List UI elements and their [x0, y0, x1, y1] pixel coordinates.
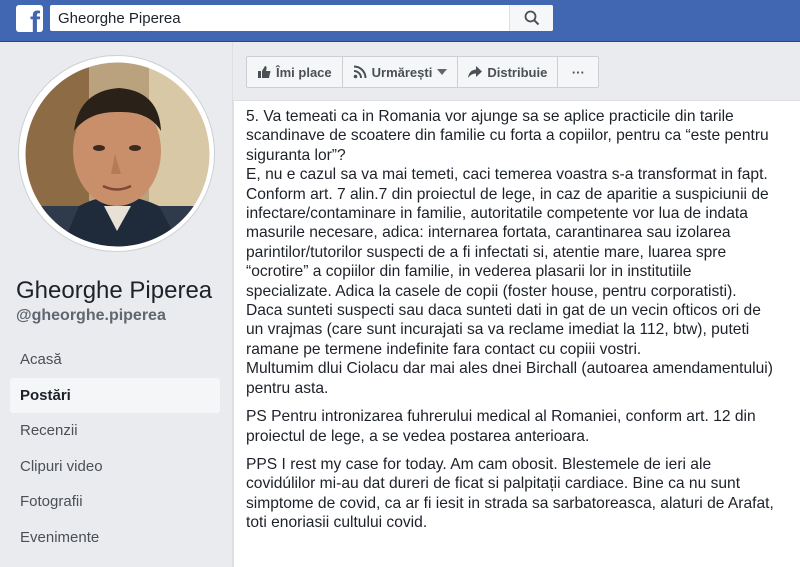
- post-line: 5. Va temeati ca in Romania vor ajunge s…: [246, 108, 734, 125]
- post-line: proiectul de lege, a se vedea postarea a…: [246, 427, 590, 445]
- post-line: PPS I rest my case for today. Am cam obo…: [246, 455, 712, 473]
- post-line: masurile necesare, adica: internarea for…: [246, 224, 731, 242]
- chevron-down-icon: [437, 69, 448, 75]
- post-line: “ocrotire” a copiilor din familie, in ve…: [246, 263, 692, 281]
- nav-item-acasa[interactable]: Acasă: [10, 342, 220, 378]
- like-label: Îmi place: [276, 64, 332, 80]
- post-card: 5. Va temeati ca in Romania vor ajunge s…: [233, 100, 800, 567]
- nav-item-clipuri-video[interactable]: Clipuri video: [10, 449, 220, 485]
- main-column: Îmi place Urmărești Distribuie ··· 5. Va…: [233, 42, 800, 567]
- left-column: Gheorghe Piperea @gheorghe.piperea Acasă…: [0, 42, 232, 567]
- nav-item-fotografii[interactable]: Fotografii: [10, 484, 220, 520]
- search-input[interactable]: [50, 5, 505, 31]
- post-paragraph: 5. Va temeati ca in Romania vor ajunge s…: [246, 107, 798, 398]
- page-action-bar: Îmi place Urmărești Distribuie ···: [246, 56, 600, 88]
- profile-avatar[interactable]: [18, 55, 215, 252]
- facebook-logo-glyph: f: [30, 6, 40, 33]
- post-line: specializate. Adica la casele de copii (…: [246, 282, 737, 300]
- share-label: Distribuie: [487, 64, 548, 80]
- post-line: Conform art. 7 alin.7 din proiectul de l…: [246, 185, 769, 203]
- search-bar: [50, 5, 553, 31]
- post-line: siguranta lor”?: [246, 146, 346, 164]
- page-nav: Acasă Postări Recenzii Clipuri video Fot…: [10, 342, 220, 555]
- profile-photo: [21, 58, 214, 251]
- post-text: 5. Va temeati ca in Romania vor ajunge s…: [246, 107, 798, 533]
- top-bar: f: [0, 0, 800, 42]
- like-page-button[interactable]: Îmi place: [247, 57, 343, 87]
- post-line: Multumim dlui Ciolacu dar mai ales dnei …: [246, 360, 773, 378]
- post-line: un vrajmas (care sunt incurajati sa va r…: [246, 321, 750, 339]
- post-line: Daca sunteti suspecti sau daca sunteti d…: [246, 302, 761, 320]
- follow-label: Urmărești: [371, 64, 433, 80]
- thumbs-up-icon: [258, 66, 271, 78]
- page-handle[interactable]: @gheorghe.piperea: [16, 307, 166, 325]
- share-arrow-icon: [468, 65, 483, 78]
- post-line: simptome de covid, ca ar fi iesit in str…: [246, 494, 774, 512]
- rss-icon: [353, 65, 367, 79]
- post-line: covidúlilor mi-au dat dureri de ficat si…: [246, 475, 741, 493]
- post-ps-paragraph: PS Pentru intronizarea fuhrerului medica…: [246, 407, 798, 446]
- facebook-logo-icon[interactable]: f: [16, 5, 43, 32]
- post-line: scandinave de scoatere din familie cu fo…: [246, 127, 769, 145]
- search-icon: [524, 10, 540, 26]
- post-line: parintilor/tutorilor suspecti de a fi in…: [246, 243, 727, 261]
- nav-item-recenzii[interactable]: Recenzii: [10, 413, 220, 449]
- follow-button[interactable]: Urmărești: [343, 57, 459, 87]
- nav-item-evenimente[interactable]: Evenimente: [10, 520, 220, 556]
- post-pps-paragraph: PPS I rest my case for today. Am cam obo…: [246, 455, 798, 533]
- search-button[interactable]: [509, 5, 553, 31]
- post-line: infectare/contaminare in familie, autori…: [246, 205, 748, 223]
- post-line: PS Pentru intronizarea fuhrerului medica…: [246, 408, 756, 426]
- post-line: toti enoriasii cultului covid.: [246, 514, 428, 532]
- post-line: ramane pe termene indefinite fara contac…: [246, 340, 642, 358]
- more-options-button[interactable]: ···: [558, 57, 598, 87]
- post-line: E, nu e cazul sa va mai temeti, caci tem…: [246, 166, 768, 184]
- more-dots-icon: ···: [571, 64, 585, 80]
- nav-item-postari[interactable]: Postări: [10, 377, 220, 413]
- post-line: pentru asta.: [246, 379, 329, 397]
- share-button[interactable]: Distribuie: [458, 57, 559, 87]
- page-name[interactable]: Gheorghe Piperea: [16, 277, 212, 305]
